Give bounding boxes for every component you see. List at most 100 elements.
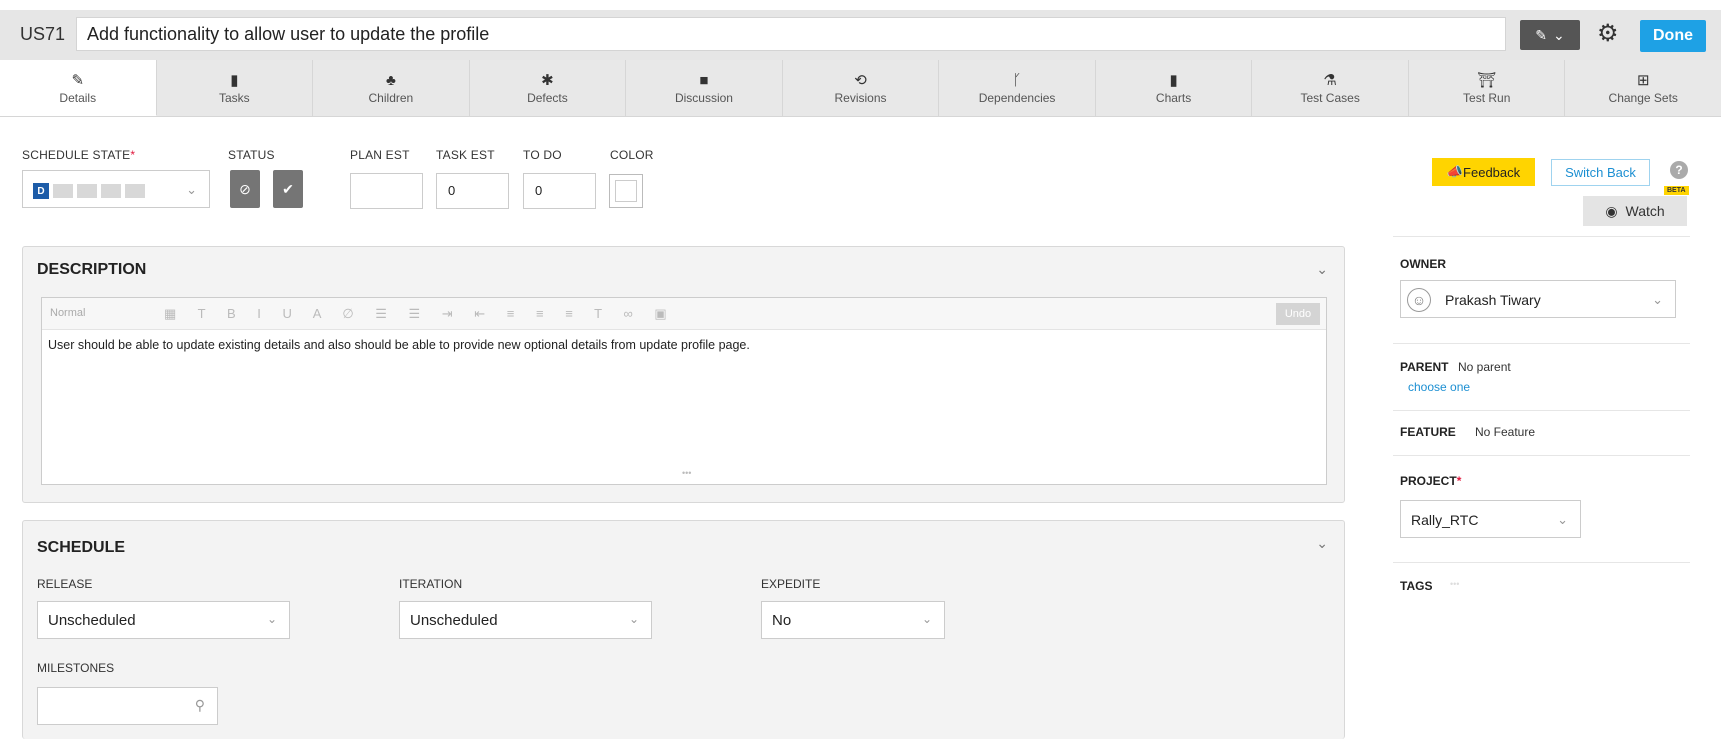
sidebar-divider: [1393, 236, 1690, 237]
history-icon: ⟲: [854, 72, 867, 89]
parent-label: PARENT: [1400, 360, 1449, 374]
plan-est-input[interactable]: [350, 173, 423, 209]
tab-label: Defects: [527, 91, 568, 105]
branch-icon: ᚴ: [1012, 72, 1022, 89]
task-est-label: TASK EST: [436, 148, 495, 162]
tab-label: Tasks: [218, 91, 250, 105]
plan-est-label: PLAN EST: [350, 148, 410, 162]
tab-charts[interactable]: ▮ Charts: [1096, 60, 1253, 116]
tab-test-cases[interactable]: ⚗ Test Cases: [1252, 60, 1409, 116]
tab-test-run[interactable]: ⛩ Test Run: [1409, 60, 1566, 116]
color-picker[interactable]: [609, 174, 643, 208]
collapse-chevron-icon[interactable]: ⌄: [1316, 535, 1328, 552]
search-icon: ⚲: [194, 697, 205, 713]
pencil-icon: ✎: [1535, 26, 1547, 43]
tab-discussion[interactable]: ■ Discussion: [626, 60, 783, 116]
release-select[interactable]: Unscheduled ⌄: [37, 601, 290, 639]
feedback-button[interactable]: 📣 Feedback: [1432, 158, 1535, 186]
sidebar-divider: [1393, 343, 1690, 344]
project-label-text: PROJECT: [1400, 474, 1457, 488]
done-button[interactable]: Done: [1640, 20, 1706, 52]
check-icon: ✔: [282, 180, 294, 197]
tab-label: Charts: [1155, 91, 1192, 105]
todo-label: TO DO: [523, 148, 562, 162]
schedule-state-select[interactable]: D ⌄: [22, 170, 210, 208]
required-marker: *: [1456, 474, 1462, 488]
feedback-label: Feedback: [1463, 164, 1521, 180]
state-step: [125, 184, 145, 198]
color-swatch: [615, 180, 637, 202]
required-marker: *: [130, 148, 136, 162]
choose-parent-link[interactable]: choose one: [1408, 380, 1470, 394]
resize-grip-icon[interactable]: •••: [682, 468, 691, 478]
tab-label: Children: [368, 91, 414, 105]
detail-tabs: ✎ Details ▮ Tasks ♣ Children ✱ Defects ■ Disc…: [0, 60, 1721, 117]
chevron-down-icon: ⌄: [1553, 26, 1565, 43]
tab-label: Dependencies: [978, 91, 1056, 105]
switch-back-button[interactable]: Switch Back: [1551, 159, 1650, 186]
status-label: STATUS: [228, 148, 275, 162]
item-id: US71: [20, 24, 66, 44]
description-editor[interactable]: Normal ▦ T B I U A ∅ ☰ ☰ ⇥ ⇤ ≡ ≡ ≡ T ∞ ▣…: [41, 297, 1327, 485]
tab-tasks[interactable]: ▮ Tasks: [157, 60, 314, 116]
chevron-down-icon: ⌄: [921, 612, 932, 626]
changeset-icon: ⊞: [1636, 72, 1650, 89]
eye-icon: ◉: [1605, 202, 1618, 219]
pencil-icon: ✎: [71, 71, 85, 89]
tab-children[interactable]: ♣ Children: [313, 60, 470, 116]
tags-more-icon[interactable]: •••: [1450, 579, 1459, 589]
milestones-input[interactable]: ⚲: [37, 687, 218, 725]
task-est-input[interactable]: 0: [436, 173, 509, 209]
watch-label: Watch: [1625, 203, 1665, 219]
tab-dependencies[interactable]: ᚴ Dependencies: [939, 60, 1096, 116]
schedule-panel: SCHEDULE ⌄ RELEASE Unscheduled ⌄ ITERATIO…: [22, 520, 1345, 739]
release-label: RELEASE: [37, 577, 93, 591]
chevron-down-icon: ⌄: [1557, 512, 1568, 527]
help-icon[interactable]: ?: [1670, 161, 1688, 179]
megaphone-icon: 📣: [1446, 164, 1464, 179]
iteration-value: Unscheduled: [410, 612, 498, 629]
description-title: DESCRIPTION: [37, 261, 147, 278]
state-step: [101, 184, 121, 198]
feature-label: FEATURE: [1400, 425, 1456, 439]
testrun-icon: ⛩: [1477, 72, 1497, 89]
formatting-tools[interactable]: ▦ T B I U A ∅ ☰ ☰ ⇥ ⇤ ≡ ≡ ≡ T ∞ ▣: [164, 306, 676, 322]
feature-value: No Feature: [1475, 425, 1536, 439]
gear-icon[interactable]: ⚙: [1597, 19, 1619, 48]
editor-toolbar: Normal ▦ T B I U A ∅ ☰ ☰ ⇥ ⇤ ≡ ≡ ≡ T ∞ ▣…: [42, 298, 1326, 330]
watch-button[interactable]: ◉ Watch: [1583, 196, 1687, 226]
chevron-down-icon: ⌄: [1652, 292, 1663, 307]
schedule-state-label: SCHEDULE STATE*: [22, 148, 135, 162]
expedite-label: EXPEDITE: [761, 577, 821, 591]
item-header: US71 Add functionality to allow user to …: [0, 10, 1721, 60]
tab-change-sets[interactable]: ⊞ Change Sets: [1565, 60, 1721, 116]
iteration-select[interactable]: Unscheduled ⌄: [399, 601, 652, 639]
tab-details[interactable]: ✎ Details: [0, 60, 157, 116]
edit-menu-button[interactable]: ✎ ⌄: [1520, 20, 1580, 50]
expedite-value: No: [772, 612, 792, 629]
project-select[interactable]: Rally_RTC ⌄: [1400, 500, 1581, 538]
parent-value: No parent: [1458, 360, 1511, 374]
tab-label: Change Sets: [1608, 91, 1678, 105]
format-select[interactable]: Normal: [50, 307, 85, 319]
expedite-select[interactable]: No ⌄: [761, 601, 945, 639]
item-title-input[interactable]: Add functionality to allow user to updat…: [76, 17, 1506, 51]
bug-icon: ✱: [541, 72, 554, 89]
tab-label: Details: [59, 90, 97, 105]
blocked-icon: ⊘: [239, 180, 251, 197]
todo-input[interactable]: 0: [523, 173, 596, 209]
sidebar-divider: [1393, 410, 1690, 411]
schedule-title: SCHEDULE: [37, 539, 126, 556]
tab-defects[interactable]: ✱ Defects: [470, 60, 627, 116]
sidebar-divider: [1393, 562, 1690, 563]
undo-button[interactable]: Undo: [1276, 303, 1320, 325]
tab-label: Revisions: [834, 91, 887, 105]
description-text[interactable]: User should be able to update existing d…: [48, 338, 750, 352]
collapse-chevron-icon[interactable]: ⌄: [1316, 261, 1328, 278]
bar-chart-icon: ▮: [1169, 72, 1178, 89]
owner-select[interactable]: ☺ Prakash Tiwary ⌄: [1400, 280, 1676, 318]
blocked-button[interactable]: ⊘: [230, 170, 260, 208]
tab-revisions[interactable]: ⟲ Revisions: [783, 60, 940, 116]
sidebar-divider: [1393, 455, 1690, 456]
ready-button[interactable]: ✔: [273, 170, 303, 208]
